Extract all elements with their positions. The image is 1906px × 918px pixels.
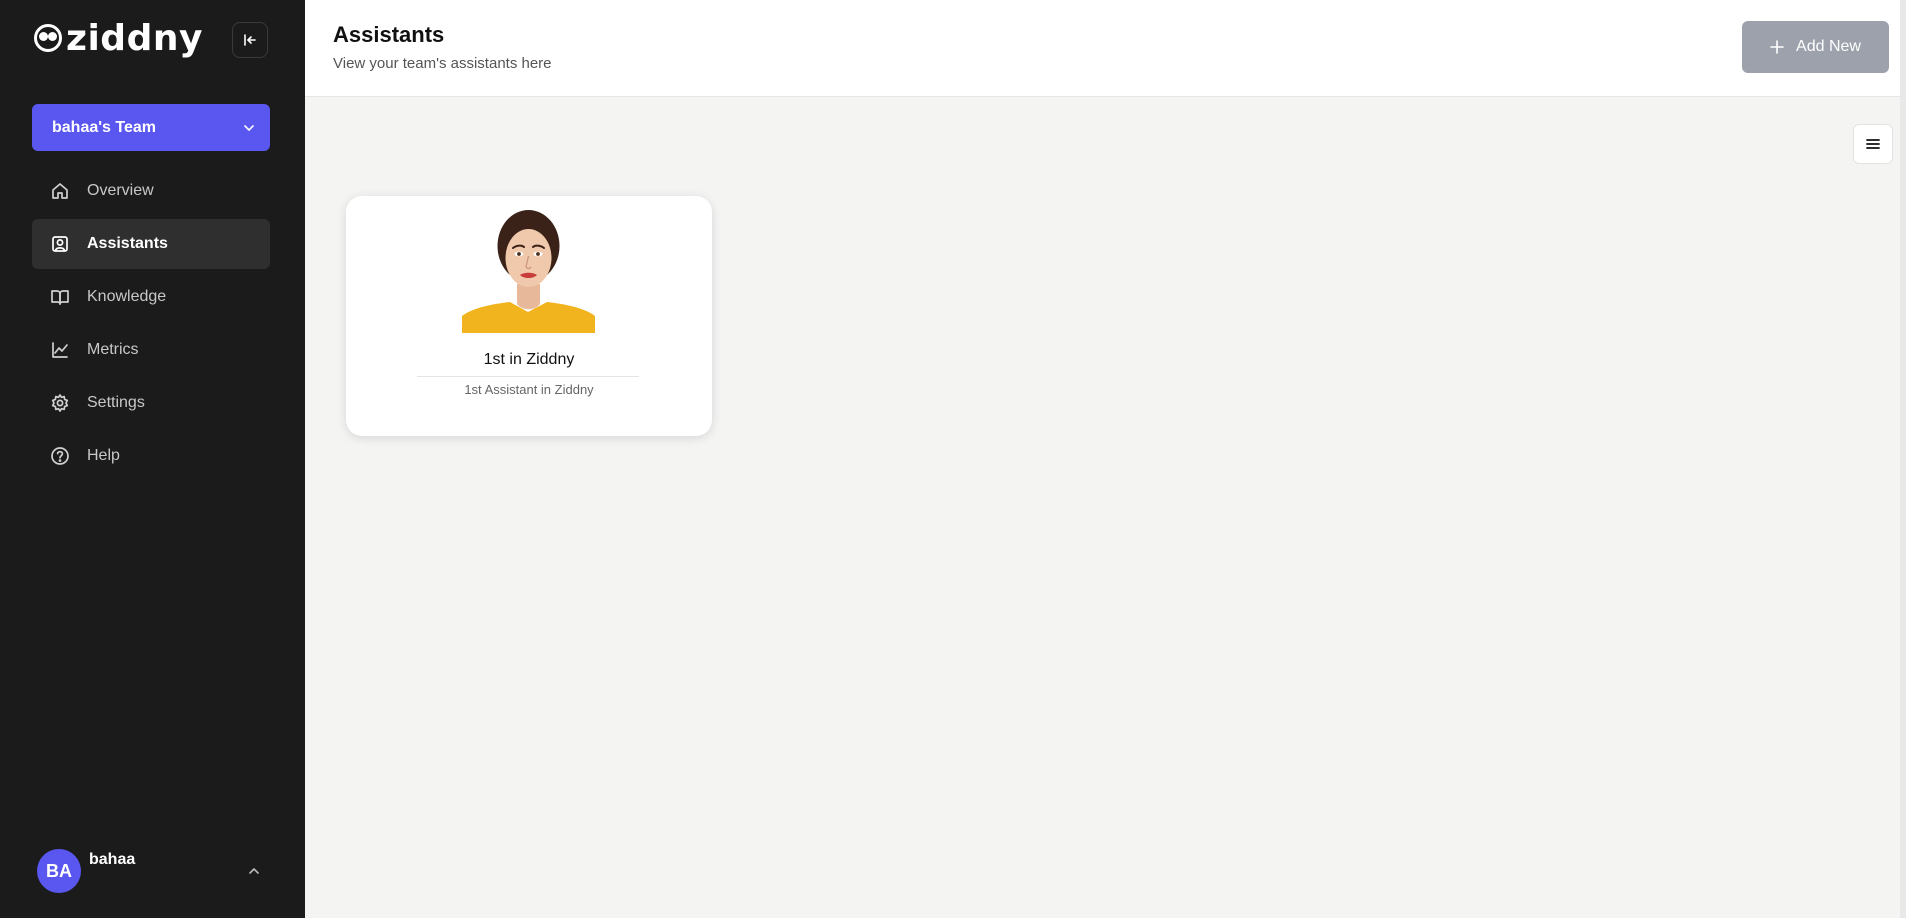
page-subtitle: View your team's assistants here xyxy=(333,55,552,72)
user-menu-toggle[interactable] xyxy=(244,861,264,881)
collapse-sidebar-button[interactable] xyxy=(232,22,268,58)
add-new-label: Add New xyxy=(1796,38,1861,55)
sidebar-item-label: Overview xyxy=(87,182,154,199)
sidebar-item-label: Assistants xyxy=(87,235,168,252)
sidebar-item-label: Metrics xyxy=(87,341,139,358)
card-divider xyxy=(417,376,639,377)
sidebar-item-assistants[interactable]: Assistants xyxy=(32,219,270,269)
home-icon xyxy=(50,181,70,201)
team-select[interactable]: bahaa's Team xyxy=(32,104,270,151)
user-name: bahaa xyxy=(89,851,136,868)
brand-name: ziddny xyxy=(66,17,203,59)
sidebar-item-overview[interactable]: Overview xyxy=(32,166,270,216)
sidebar-item-help[interactable]: Help xyxy=(32,431,270,481)
sidebar-item-label: Knowledge xyxy=(87,288,167,305)
chevron-up-icon xyxy=(249,868,259,874)
sidebar-nav: Overview Assistants Knowledge Metrics Se… xyxy=(32,166,270,484)
sidebar: ziddny bahaa's Team Overview Assistants xyxy=(0,0,305,918)
user-square-icon xyxy=(50,234,70,254)
team-select-label: bahaa's Team xyxy=(52,118,156,136)
sidebar-item-label: Settings xyxy=(87,394,145,411)
chart-line-icon xyxy=(50,340,70,360)
view-menu-button[interactable] xyxy=(1853,124,1893,164)
collapse-left-icon xyxy=(244,34,256,46)
hamburger-icon xyxy=(1866,139,1880,149)
page-title: Assistants xyxy=(333,22,445,47)
sidebar-item-label: Help xyxy=(87,447,120,464)
help-circle-icon xyxy=(50,446,70,466)
assistant-avatar-image xyxy=(462,208,595,333)
page-header: Assistants View your team's assistants h… xyxy=(305,0,1906,97)
sidebar-item-knowledge[interactable]: Knowledge xyxy=(32,272,270,322)
user-menu[interactable]: BA bahaa xyxy=(37,849,267,893)
assistant-description: 1st Assistant in Ziddny xyxy=(464,382,594,397)
plus-icon xyxy=(1770,40,1784,54)
assistant-name: 1st in Ziddny xyxy=(483,351,575,368)
logo-mark-icon xyxy=(34,24,62,52)
chevron-down-icon xyxy=(244,124,254,131)
book-icon xyxy=(50,287,70,307)
brand-logo[interactable]: ziddny xyxy=(34,17,203,59)
sidebar-item-settings[interactable]: Settings xyxy=(32,378,270,428)
assistant-card[interactable]: 1st in Ziddny 1st Assistant in Ziddny xyxy=(346,196,712,436)
add-new-button[interactable]: Add New xyxy=(1742,21,1889,73)
gear-icon xyxy=(50,393,70,413)
avatar: BA xyxy=(37,849,81,893)
sidebar-item-metrics[interactable]: Metrics xyxy=(32,325,270,375)
window-scrollbar[interactable] xyxy=(1900,0,1906,918)
